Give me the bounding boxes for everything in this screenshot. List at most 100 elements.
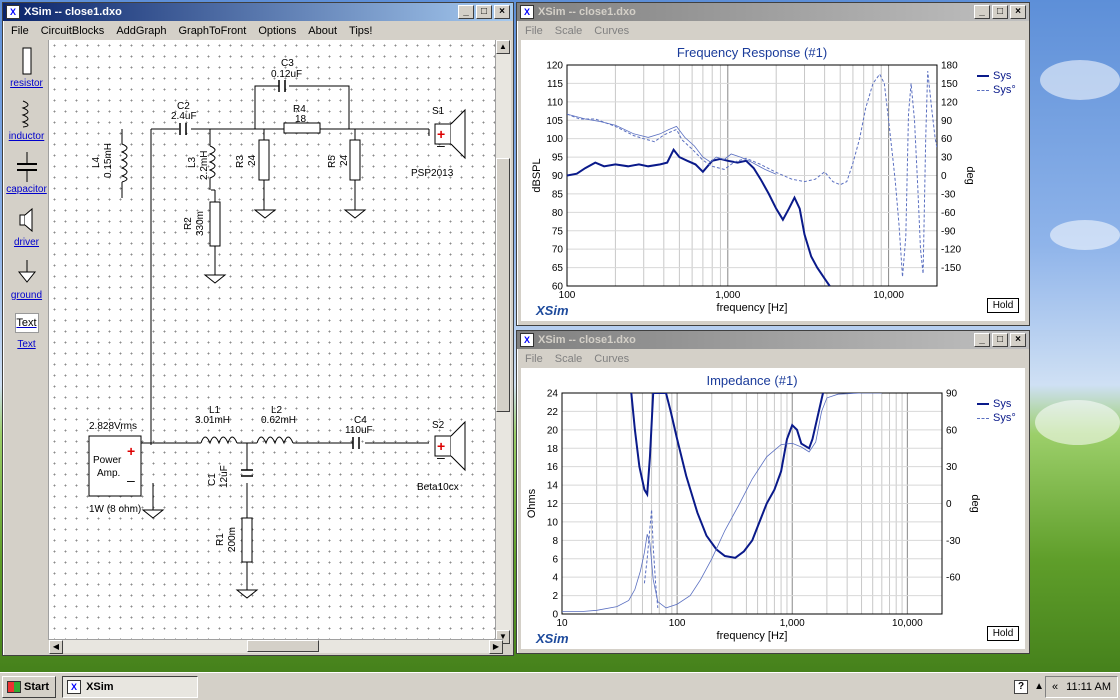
tool-label: resistor	[10, 78, 43, 89]
legend-item-sys: Sys	[977, 69, 1016, 83]
impedance-legend: Sys Sys°	[977, 397, 1016, 425]
menu-curves[interactable]: Curves	[588, 25, 635, 37]
svg-text:–: –	[437, 449, 445, 465]
y-tick-label: 8	[552, 536, 558, 547]
menu-options[interactable]: Options	[252, 25, 302, 37]
impedance-chart: Impedance (#1)024681012141618202224-60-3…	[526, 373, 981, 642]
y-tick-label: 4	[552, 573, 558, 584]
y-tick-label: 110	[547, 97, 563, 108]
tool-ground[interactable]: ground	[5, 252, 48, 305]
svg-text:+: +	[127, 443, 135, 459]
inductor-icon	[20, 100, 28, 128]
series-line-1	[567, 147, 831, 286]
menu-scale[interactable]: Scale	[549, 25, 589, 37]
scroll-thumb[interactable]	[247, 640, 319, 652]
menu-about[interactable]: About	[302, 25, 343, 37]
menu-file[interactable]: File	[5, 25, 35, 37]
menu-scale[interactable]: Scale	[549, 353, 589, 365]
volume-icon[interactable]: ▲	[1034, 681, 1044, 692]
frequency-response-chart: Frequency Response (#1) 60 65 70 75 80 85 90 95 1…	[531, 45, 976, 314]
menu-file[interactable]: File	[519, 25, 549, 37]
schematic-canvas[interactable]: + + + – – – C3 0.12uF R4 18 C2 2.4uF S1 PSP2…	[49, 40, 497, 641]
y2-axis-label: deg	[964, 166, 976, 184]
y-tick-label: 85	[552, 189, 564, 200]
close-button[interactable]: ×	[1010, 333, 1026, 347]
scroll-up-arrow[interactable]: ▲	[496, 40, 510, 54]
scroll-thumb[interactable]	[496, 158, 510, 412]
y-tick-label: 24	[547, 389, 559, 400]
value-r2: 330m	[195, 211, 206, 236]
legend-item-sys-phase: Sys°	[977, 83, 1016, 97]
frequency-titlebar[interactable]: X XSim -- close1.dxo _ □ ×	[517, 3, 1029, 21]
system-tray: « 11:11 AM	[1045, 675, 1118, 698]
start-button[interactable]: Start	[2, 675, 57, 698]
amp-label-2: Amp.	[97, 468, 120, 479]
y-tick-label: 20	[547, 425, 559, 436]
component-toolbox: resistor inductor capacitor driver groun…	[5, 40, 49, 640]
y2-tick-label: 180	[941, 61, 958, 72]
x-tick-label: 1,000	[780, 618, 805, 629]
frequency-response-window: X XSim -- close1.dxo _ □ × File Scale Cu…	[516, 2, 1030, 326]
maximize-button[interactable]: □	[476, 5, 492, 19]
close-button[interactable]: ×	[1010, 5, 1026, 19]
start-label: Start	[24, 680, 50, 693]
x-tick-label: 100	[559, 290, 576, 301]
y2-tick-label: 60	[941, 134, 953, 145]
y2-tick-label: 150	[941, 79, 958, 90]
label-c3: C3	[281, 58, 294, 69]
schematic-vertical-scrollbar[interactable]: ▲ ▼	[495, 40, 511, 644]
y2-tick-label: 30	[941, 153, 953, 164]
xsim-brand: XSim	[536, 303, 569, 318]
minimize-button[interactable]: _	[974, 5, 990, 19]
y2-tick-label: 90	[941, 116, 953, 127]
menu-curves[interactable]: Curves	[588, 353, 635, 365]
tool-resistor[interactable]: resistor	[5, 40, 48, 93]
menu-addgraph[interactable]: AddGraph	[110, 25, 172, 37]
tool-label: ground	[10, 290, 43, 301]
scroll-right-arrow[interactable]: ▶	[489, 640, 503, 654]
svg-text:–: –	[127, 472, 135, 488]
close-button[interactable]: ×	[494, 5, 510, 19]
impedance-titlebar[interactable]: X XSim -- close1.dxo _ □ ×	[517, 331, 1029, 349]
label-l3: L3	[187, 156, 198, 168]
minimize-button[interactable]: _	[458, 5, 474, 19]
tool-text[interactable]: Text Text	[5, 305, 48, 358]
y2-tick-label: -90	[941, 226, 956, 237]
tray-expand-icon[interactable]: «	[1052, 681, 1058, 693]
resistor-icon	[22, 47, 31, 75]
hold-button[interactable]: Hold	[987, 298, 1019, 313]
schematic-horizontal-scrollbar[interactable]: ◀ ▶	[49, 639, 503, 654]
menu-graphtofront[interactable]: GraphToFront	[172, 25, 252, 37]
label-r3: R3	[235, 155, 246, 168]
impedance-window: X XSim -- close1.dxo _ □ × File Scale Cu…	[516, 330, 1030, 654]
menu-tips[interactable]: Tips!	[343, 25, 378, 37]
menu-file[interactable]: File	[519, 353, 549, 365]
label-s1: S1	[432, 106, 445, 117]
value-s1: PSP2013	[411, 168, 454, 179]
tool-driver[interactable]: driver	[5, 199, 48, 252]
schematic-window: X XSim -- close1.dxo _ □ × File CircuitB…	[2, 2, 514, 656]
value-c1: 12uF	[219, 465, 230, 488]
y-tick-label: 10	[547, 517, 559, 528]
hold-button[interactable]: Hold	[987, 626, 1019, 641]
maximize-button[interactable]: □	[992, 333, 1008, 347]
help-icon[interactable]: ?	[1014, 679, 1028, 694]
tool-capacitor[interactable]: capacitor	[5, 146, 48, 199]
label-l4: L4	[91, 156, 102, 168]
maximize-button[interactable]: □	[992, 5, 1008, 19]
scroll-left-arrow[interactable]: ◀	[49, 640, 63, 654]
x-axis-label: frequency [Hz]	[717, 302, 788, 314]
minimize-button[interactable]: _	[974, 333, 990, 347]
desktop-cloud	[1040, 60, 1120, 100]
menu-circuitblocks[interactable]: CircuitBlocks	[35, 25, 111, 37]
value-r4: 18	[295, 114, 307, 125]
schematic-titlebar[interactable]: X XSim -- close1.dxo _ □ ×	[3, 3, 513, 21]
value-r5: 24	[339, 154, 350, 166]
speaker-icon	[19, 207, 32, 233]
app-icon: X	[67, 679, 82, 694]
app-icon: X	[6, 5, 20, 19]
y2-tick-label: 30	[946, 462, 958, 473]
taskbar-app-xsim[interactable]: X XSim	[62, 675, 199, 698]
y-tick-label: 16	[547, 462, 559, 473]
tool-inductor[interactable]: inductor	[5, 93, 48, 146]
